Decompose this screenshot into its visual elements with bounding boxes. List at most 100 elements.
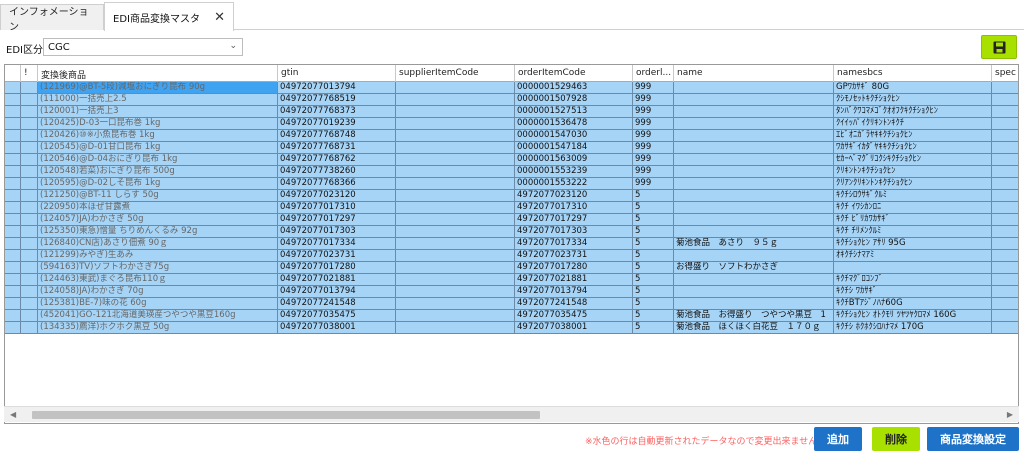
- cell-spec[interactable]: [992, 286, 1018, 297]
- cell-gtin[interactable]: 04972077768748: [278, 130, 396, 141]
- cell-product[interactable]: (121299)みやぎ)生あみ: [38, 250, 278, 261]
- table-row[interactable]: (121299)みやぎ)生あみ 04972077023731 49720770237…: [5, 250, 1018, 262]
- cell-order[interactable]: 0000001563009: [515, 154, 633, 165]
- cell-namesbcs[interactable]: ｾｶｰﾍﾞﾏｸﾞﾘｺｸｼｷｸﾁｼｮｸﾋﾝ: [834, 154, 992, 165]
- cell-gtin[interactable]: 04972077017310: [278, 202, 396, 213]
- cell-spec[interactable]: [992, 94, 1018, 105]
- cell-product[interactable]: (124058)JA)わかさぎ 70g: [38, 286, 278, 297]
- cell-sel[interactable]: [5, 214, 21, 225]
- cell-orderl[interactable]: 999: [633, 178, 674, 189]
- cell-orderl[interactable]: 999: [633, 154, 674, 165]
- cell-order[interactable]: 4972077017334: [515, 238, 633, 249]
- table-row[interactable]: (124463)東武)まぐろ昆布110ｇ 04972077021881 497207…: [5, 274, 1018, 286]
- cell-order[interactable]: 4972077023731: [515, 250, 633, 261]
- cell-gtin[interactable]: 04972077019239: [278, 118, 396, 129]
- cell-gtin[interactable]: 04972077241548: [278, 298, 396, 309]
- cell-orderl[interactable]: 5: [633, 250, 674, 261]
- cell-orderl[interactable]: 5: [633, 274, 674, 285]
- table-row[interactable]: (120001)一括売上3 04972077768373 0000001527513…: [5, 106, 1018, 118]
- cell-namesbcs[interactable]: ｸｼﾓﾉｾｯﾄｷｸﾁｼｮｸﾋﾝ: [834, 94, 992, 105]
- cell-sel[interactable]: [5, 118, 21, 129]
- cell-supplier[interactable]: [396, 298, 515, 309]
- table-row[interactable]: (134335)薦洋)ホクホク黒豆 50g 04972077038001 49720…: [5, 322, 1018, 334]
- product-conversion-settings-button[interactable]: 商品変換設定: [927, 427, 1019, 451]
- column-header-namesbcs[interactable]: namesbcs: [834, 65, 992, 82]
- cell-order[interactable]: 4972077038001: [515, 322, 633, 333]
- column-header-orderl[interactable]: orderl...: [633, 65, 674, 82]
- cell-name[interactable]: [674, 202, 834, 213]
- cell-supplier[interactable]: [396, 118, 515, 129]
- cell-product[interactable]: (220950)本ほぜ甘露煮: [38, 202, 278, 213]
- cell-spec[interactable]: [992, 322, 1018, 333]
- cell-name[interactable]: [674, 178, 834, 189]
- cell-name[interactable]: [674, 298, 834, 309]
- cell-name[interactable]: [674, 82, 834, 93]
- column-header-sel[interactable]: [5, 65, 21, 82]
- cell-flag[interactable]: [21, 166, 38, 177]
- cell-flag[interactable]: [21, 274, 38, 285]
- cell-orderl[interactable]: 999: [633, 130, 674, 141]
- cell-flag[interactable]: [21, 106, 38, 117]
- cell-order[interactable]: 0000001529463: [515, 82, 633, 93]
- cell-spec[interactable]: [992, 274, 1018, 285]
- cell-flag[interactable]: [21, 214, 38, 225]
- cell-product[interactable]: (120545)@D-01甘口昆布 1kg: [38, 142, 278, 153]
- cell-order[interactable]: 0000001527513: [515, 106, 633, 117]
- cell-sel[interactable]: [5, 190, 21, 201]
- cell-flag[interactable]: [21, 190, 38, 201]
- cell-name[interactable]: [674, 142, 834, 153]
- add-button[interactable]: 追加: [814, 427, 862, 451]
- cell-name[interactable]: [674, 166, 834, 177]
- table-row[interactable]: (120595)@D-02しそ昆布 1kg 04972077768366 00000…: [5, 178, 1018, 190]
- cell-name[interactable]: [674, 118, 834, 129]
- cell-product[interactable]: (120426)⑩※小魚昆布巻 1kg: [38, 130, 278, 141]
- table-row[interactable]: (452041)GO-121北海道美瑛産つやつや黒豆160g 0497207703…: [5, 310, 1018, 322]
- cell-flag[interactable]: [21, 238, 38, 249]
- cell-sel[interactable]: [5, 322, 21, 333]
- cell-spec[interactable]: [992, 118, 1018, 129]
- cell-flag[interactable]: [21, 250, 38, 261]
- cell-gtin[interactable]: 04972077017297: [278, 214, 396, 225]
- cell-spec[interactable]: [992, 154, 1018, 165]
- cell-gtin[interactable]: 04972077768519: [278, 94, 396, 105]
- cell-supplier[interactable]: [396, 154, 515, 165]
- cell-product[interactable]: (121250)@BT-11 しらす 50g: [38, 190, 278, 201]
- save-button[interactable]: [981, 35, 1017, 59]
- cell-order[interactable]: 4972077017280: [515, 262, 633, 273]
- cell-spec[interactable]: [992, 166, 1018, 177]
- table-row[interactable]: (594163)TV)ソフトわかさぎ75g 04972077017280 49720…: [5, 262, 1018, 274]
- cell-name[interactable]: [674, 214, 834, 225]
- table-row[interactable]: (111000)一括売上2.5 04972077768519 00000015079…: [5, 94, 1018, 106]
- cell-product[interactable]: (125381)BE-7)味の花 60g: [38, 298, 278, 309]
- cell-flag[interactable]: [21, 262, 38, 273]
- cell-orderl[interactable]: 5: [633, 322, 674, 333]
- cell-flag[interactable]: [21, 322, 38, 333]
- cell-sel[interactable]: [5, 82, 21, 93]
- cell-product[interactable]: (594163)TV)ソフトわかさぎ75g: [38, 262, 278, 273]
- cell-flag[interactable]: [21, 310, 38, 321]
- table-row[interactable]: (220950)本ほぜ甘露煮 04972077017310 497207701731…: [5, 202, 1018, 214]
- table-row[interactable]: (126840)CN店)あさり佃煮 90ｇ 04972077017334 49720…: [5, 238, 1018, 250]
- cell-order[interactable]: 4972077241548: [515, 298, 633, 309]
- cell-name[interactable]: 菊池食品 お得盛り つやつや黒豆 1: [674, 310, 834, 321]
- cell-namesbcs[interactable]: ｷｸﾁBTｱｼﾞﾉﾊﾅ60G: [834, 298, 992, 309]
- cell-name[interactable]: [674, 106, 834, 117]
- cell-supplier[interactable]: [396, 106, 515, 117]
- table-row[interactable]: (120548)若菜)おにぎり昆布 500g 04972077738260 0000…: [5, 166, 1018, 178]
- cell-namesbcs[interactable]: GPﾜｶｻｷﾞ 80G: [834, 82, 992, 93]
- cell-name[interactable]: [674, 286, 834, 297]
- cell-name[interactable]: [674, 154, 834, 165]
- cell-order[interactable]: 0000001547184: [515, 142, 633, 153]
- column-header-supplier[interactable]: supplierItemCode: [396, 65, 515, 82]
- cell-sel[interactable]: [5, 298, 21, 309]
- cell-flag[interactable]: [21, 94, 38, 105]
- cell-namesbcs[interactable]: ｵｷｸﾁｼﾅﾏｱﾐ: [834, 250, 992, 261]
- cell-orderl[interactable]: 999: [633, 82, 674, 93]
- cell-sel[interactable]: [5, 154, 21, 165]
- cell-product[interactable]: (120595)@D-02しそ昆布 1kg: [38, 178, 278, 189]
- cell-namesbcs[interactable]: ｷｸﾁｼｮｸﾋﾝ ｵﾄｸﾓﾘ ﾂﾔﾂﾔｸﾛﾏﾒ 160G: [834, 310, 992, 321]
- cell-namesbcs[interactable]: ｸﾘｱﾝｸﾘｷﾝﾄﾝｷｸﾁｼｮｸﾋﾝ: [834, 178, 992, 189]
- cell-gtin[interactable]: 04972077023120: [278, 190, 396, 201]
- cell-sel[interactable]: [5, 310, 21, 321]
- cell-namesbcs[interactable]: ｷｸﾁｼ ﾎｸﾎｸｼﾛﾊﾅﾏﾒ 170G: [834, 322, 992, 333]
